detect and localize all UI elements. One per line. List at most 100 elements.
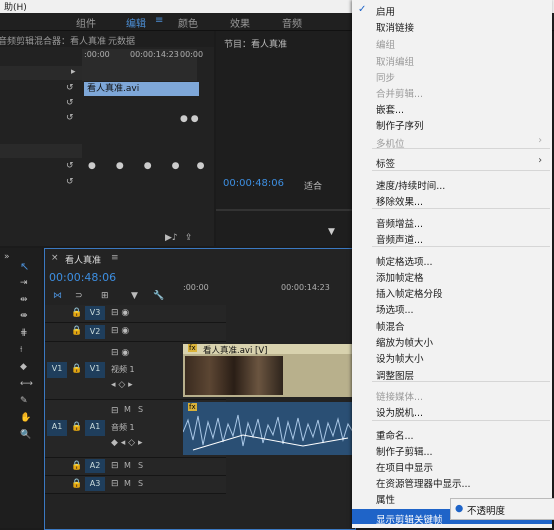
- source-patch-v1[interactable]: V1: [47, 362, 67, 378]
- sync-icon[interactable]: ⊟: [111, 479, 119, 489]
- reset-icon[interactable]: ↺: [66, 113, 74, 123]
- menu-item[interactable]: 在资源管理器中显示...: [376, 476, 471, 490]
- keyframe-icon[interactable]: ● ●: [180, 114, 199, 124]
- snap-icon[interactable]: ⋈: [53, 291, 62, 301]
- submenu-item-opacity[interactable]: 不透明度: [467, 503, 505, 517]
- menu-item[interactable]: 在项目中显示: [376, 460, 433, 474]
- menu-item[interactable]: 帧混合: [376, 319, 405, 333]
- sync-icon[interactable]: ⊟: [111, 461, 119, 471]
- help-menu[interactable]: 助(H): [4, 0, 27, 13]
- selection-tool-icon[interactable]: ↖: [20, 260, 29, 273]
- menu-item[interactable]: 重命名...: [376, 428, 414, 442]
- workspace-menu-icon[interactable]: ≡: [155, 15, 163, 26]
- menu-item[interactable]: 嵌套...: [376, 102, 404, 116]
- solo-button[interactable]: S: [138, 461, 143, 470]
- lock-icon[interactable]: 🔒: [71, 326, 82, 336]
- track-label-a1[interactable]: A1: [85, 420, 105, 436]
- keyframe-nav-icon[interactable]: ◆ ◂ ◇ ▸: [111, 438, 142, 448]
- slip-tool-icon[interactable]: ◆: [20, 362, 27, 372]
- menu-item[interactable]: 插入帧定格分段: [376, 286, 443, 300]
- source-clip[interactable]: 看人真准.avi: [84, 82, 199, 96]
- menu-item[interactable]: 制作子剪辑...: [376, 444, 433, 458]
- workspace-tab-effects[interactable]: 效果: [230, 15, 250, 30]
- menu-item[interactable]: 音频增益...: [376, 216, 423, 230]
- video-clip[interactable]: fx 看人真准.avi [V]: [183, 344, 353, 397]
- ripple-edit-tool-icon[interactable]: ⇹: [20, 295, 28, 305]
- track-label-v2[interactable]: V2: [85, 325, 105, 339]
- workspace-tab-color[interactable]: 颜色: [178, 15, 198, 30]
- menu-item[interactable]: 制作子序列: [376, 118, 424, 132]
- menu-item[interactable]: 标签: [376, 156, 395, 170]
- keyframe-icon[interactable]: ● ● ● ● ●: [88, 161, 205, 171]
- source-panel-title[interactable]: 音频剪辑混合器：看人真准: [0, 34, 106, 47]
- slide-tool-icon[interactable]: ⟷: [20, 379, 33, 389]
- expand-arrow-icon[interactable]: ▸: [71, 67, 76, 77]
- program-monitor-title[interactable]: 节目：看人真准: [224, 37, 287, 50]
- pen-tool-icon[interactable]: ✎: [20, 396, 28, 406]
- mute-button[interactable]: M: [124, 461, 131, 470]
- reset-icon[interactable]: ↺: [66, 177, 74, 187]
- track-label-a2[interactable]: A2: [85, 459, 105, 473]
- workspace-tab-editing[interactable]: 编辑: [126, 15, 146, 30]
- track-label-a3[interactable]: A3: [85, 477, 105, 491]
- menu-item[interactable]: 显示剪辑关键帧: [376, 512, 443, 526]
- play-audio-icon[interactable]: ▶♪: [165, 233, 178, 243]
- menu-item[interactable]: 设为帧大小: [376, 351, 424, 365]
- source-patch-a1[interactable]: A1: [47, 420, 67, 436]
- expand-icon[interactable]: »: [4, 252, 10, 262]
- audio-clip[interactable]: fx: [183, 402, 353, 455]
- reset-icon[interactable]: ↺: [66, 98, 74, 108]
- add-marker-icon[interactable]: ⊞: [101, 291, 109, 301]
- rate-stretch-tool-icon[interactable]: ⋕: [20, 328, 28, 338]
- razor-tool-icon[interactable]: ⟊: [20, 345, 22, 355]
- mute-button[interactable]: M: [124, 479, 131, 488]
- sync-icon[interactable]: ⊟ ◉: [111, 326, 129, 336]
- menu-item[interactable]: 添加帧定格: [376, 270, 424, 284]
- menu-item[interactable]: 取消链接: [376, 20, 414, 34]
- lock-icon[interactable]: 🔒: [71, 461, 82, 471]
- workspace-tab-audio[interactable]: 音频: [282, 15, 302, 30]
- program-timecode[interactable]: 00:00:48:06: [223, 178, 284, 189]
- track-label-v3[interactable]: V3: [85, 306, 105, 320]
- track-label-v1[interactable]: V1: [85, 362, 105, 378]
- menu-item[interactable]: 移除效果...: [376, 194, 423, 208]
- menu-item[interactable]: 帧定格选项...: [376, 254, 433, 268]
- menu-item[interactable]: 音频声道...: [376, 232, 423, 246]
- menu-item[interactable]: 属性: [376, 492, 395, 506]
- timeline-timecode[interactable]: 00:00:48:06: [49, 271, 116, 284]
- menu-item[interactable]: 调整图层: [376, 368, 414, 382]
- menu-item[interactable]: 速度/持续时间...: [376, 178, 445, 192]
- marker-icon[interactable]: ▼: [328, 227, 335, 237]
- sync-icon[interactable]: ⊟: [111, 406, 119, 416]
- reset-icon[interactable]: ↺: [66, 83, 74, 93]
- track-select-tool-icon[interactable]: ⇥: [20, 278, 28, 288]
- menu-item[interactable]: 缩放为帧大小: [376, 335, 433, 349]
- mute-button[interactable]: M: [124, 405, 131, 414]
- panel-menu-icon[interactable]: ≡: [111, 253, 119, 263]
- scrubber-bar[interactable]: [216, 209, 354, 211]
- keyframe-nav-icon[interactable]: ◂ ◇ ▸: [111, 380, 133, 390]
- hand-tool-icon[interactable]: ✋: [20, 413, 31, 423]
- close-tab-icon[interactable]: ×: [51, 253, 59, 263]
- export-icon[interactable]: ⇪: [185, 233, 193, 243]
- zoom-tool-icon[interactable]: 🔍: [20, 430, 31, 440]
- marker-icon[interactable]: ▼: [131, 291, 138, 301]
- menu-item[interactable]: 场选项...: [376, 302, 414, 316]
- lock-icon[interactable]: 🔒: [71, 479, 82, 489]
- menu-item[interactable]: 设为脱机...: [376, 405, 423, 419]
- reset-icon[interactable]: ↺: [66, 161, 74, 171]
- workspace-tab-assembly[interactable]: 组件: [76, 15, 96, 30]
- rolling-edit-tool-icon[interactable]: ⇼: [20, 311, 28, 321]
- solo-button[interactable]: S: [138, 405, 143, 414]
- menu-item[interactable]: 启用: [376, 4, 395, 18]
- lock-icon[interactable]: 🔒: [71, 364, 82, 374]
- sync-icon[interactable]: ⊟ ◉: [111, 308, 129, 318]
- linked-selection-icon[interactable]: ⊃: [75, 291, 83, 301]
- lock-icon[interactable]: 🔒: [71, 422, 82, 432]
- lock-icon[interactable]: 🔒: [71, 308, 82, 318]
- metadata-tab[interactable]: 元数据: [108, 34, 135, 47]
- solo-button[interactable]: S: [138, 479, 143, 488]
- fit-dropdown[interactable]: 适合: [304, 179, 322, 192]
- wrench-icon[interactable]: 🔧: [153, 291, 164, 301]
- sequence-tab[interactable]: 看人真准: [65, 253, 101, 266]
